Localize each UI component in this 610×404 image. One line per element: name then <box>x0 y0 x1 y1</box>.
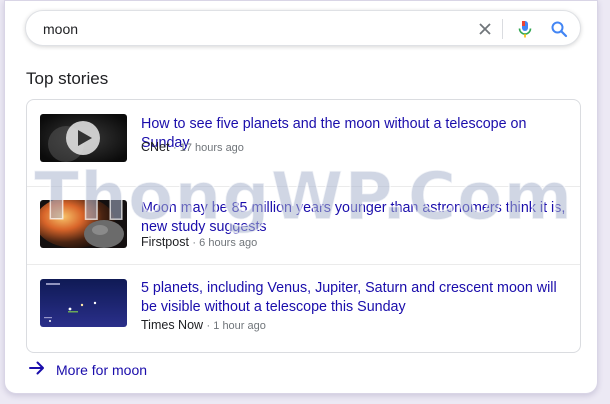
story-source: CNet <box>141 140 170 154</box>
story-time: 17 hours ago <box>179 142 244 154</box>
search-icon[interactable] <box>548 18 570 40</box>
story-item[interactable]: How to see five planets and the moon wit… <box>27 100 580 184</box>
video-play-thumbnail[interactable] <box>40 114 127 162</box>
story-time: 6 hours ago <box>199 237 258 249</box>
moon-impact-thumbnail[interactable] <box>40 200 127 248</box>
story-item[interactable]: 5 planets, including Venus, Jupiter, Sat… <box>27 264 580 352</box>
arrow-right-icon <box>28 359 46 382</box>
search-results-card: Top stories How to see five pl <box>4 0 598 394</box>
story-meta: CNet · 17 hours ago <box>141 140 244 154</box>
story-headline[interactable]: 5 planets, including Venus, Jupiter, Sat… <box>141 279 571 316</box>
mic-icon[interactable] <box>514 18 536 40</box>
sky-chart-thumbnail[interactable] <box>40 279 127 327</box>
story-source: Times Now <box>141 318 204 332</box>
meta-separator: · <box>172 142 180 154</box>
story-source: Firstpost <box>141 235 189 249</box>
story-item[interactable]: Moon may be 85 million years younger tha… <box>27 186 580 270</box>
search-bar[interactable] <box>25 10 581 46</box>
story-time: 1 hour ago <box>213 320 266 332</box>
story-headline[interactable]: Moon may be 85 million years younger tha… <box>141 199 571 236</box>
top-stories-heading: Top stories <box>26 69 109 88</box>
more-for-moon-link[interactable]: More for moon <box>28 359 147 381</box>
story-meta: Firstpost · 6 hours ago <box>141 235 257 249</box>
top-stories-list: How to see five planets and the moon wit… <box>26 99 581 353</box>
close-icon[interactable] <box>474 18 496 40</box>
story-meta: Times Now · 1 hour ago <box>141 318 266 332</box>
more-label: More for moon <box>56 362 148 378</box>
search-input[interactable] <box>43 19 443 39</box>
search-bar-divider <box>502 19 503 39</box>
